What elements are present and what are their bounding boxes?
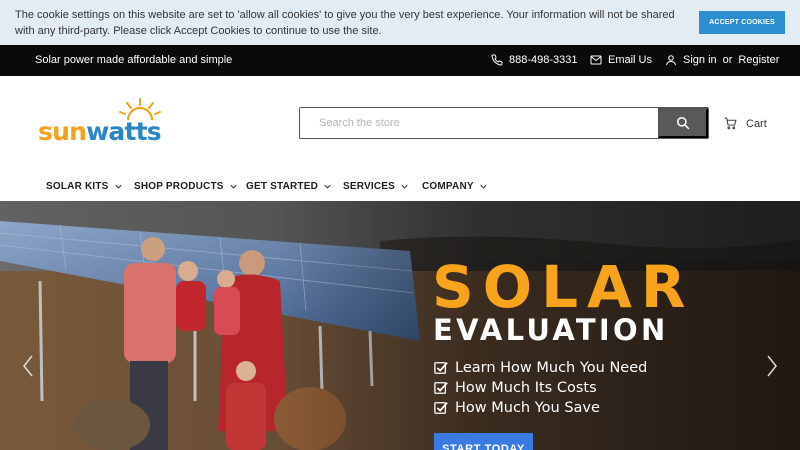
hero-benefits-list: Learn How Much You Need How Much Its Cos…	[434, 358, 647, 418]
accept-cookies-button[interactable]: ACCEPT COOKIES	[699, 11, 785, 34]
register-link[interactable]: Register	[738, 54, 779, 66]
sunwatts-logo[interactable]: sunwatts	[36, 98, 176, 148]
logo-text-sun: sun	[38, 117, 87, 146]
or-separator: or	[722, 54, 733, 66]
hero-photo	[0, 201, 800, 450]
email-link[interactable]: Email Us	[590, 54, 652, 66]
checkbox-check-icon	[434, 382, 448, 394]
cart-link[interactable]: Cart	[724, 117, 767, 130]
nav-item-label: SHOP PRODUCTS	[134, 181, 224, 192]
chevron-down-icon	[324, 184, 331, 189]
list-item: Learn How Much You Need	[434, 358, 647, 378]
tagline: Solar power made affordable and simple	[35, 54, 233, 66]
chevron-down-icon	[401, 184, 408, 189]
chevron-right-icon[interactable]	[766, 354, 778, 378]
search-button[interactable]	[658, 108, 708, 138]
search-input[interactable]	[300, 108, 658, 138]
start-today-button[interactable]: START TODAY	[434, 433, 533, 450]
phone-number: 888-498-3331	[509, 54, 578, 66]
top-utility-bar: Solar power made affordable and simple 8…	[0, 45, 800, 76]
benefit-text: How Much You Save	[455, 400, 600, 416]
logo-text-watts: watts	[86, 117, 162, 146]
phone-icon	[491, 54, 503, 66]
cart-label: Cart	[746, 117, 767, 130]
checkbox-check-icon	[434, 362, 448, 374]
nav-item-label: GET STARTED	[246, 181, 319, 192]
cart-icon	[724, 117, 737, 130]
nav-solar-kits[interactable]: SOLAR KITS	[46, 181, 122, 192]
nav-item-label: SOLAR KITS	[46, 181, 109, 192]
checkbox-check-icon	[434, 402, 448, 414]
hero-title: SOLAR	[432, 253, 695, 321]
benefit-text: Learn How Much You Need	[455, 360, 648, 376]
nav-get-started[interactable]: GET STARTED	[246, 181, 331, 192]
nav-item-label: COMPANY	[422, 181, 474, 192]
email-label: Email Us	[608, 54, 653, 66]
chevron-down-icon	[480, 184, 487, 189]
nav-item-label: SERVICES	[343, 181, 395, 192]
chevron-left-icon[interactable]	[22, 354, 34, 378]
envelope-icon	[590, 55, 602, 65]
cookie-message: The cookie settings on this website are …	[15, 9, 675, 37]
account-links: Sign in or Register	[665, 54, 779, 66]
nav-company[interactable]: COMPANY	[422, 181, 487, 192]
logo-wordmark: sunwatts	[38, 117, 162, 146]
site-header: sunwatts Cart SOLAR KITS SHOP PRODUCTS G…	[0, 76, 800, 201]
search-icon	[676, 116, 690, 130]
hero-banner: SOLAR EVALUATION Learn How Much You Need…	[0, 201, 800, 450]
nav-services[interactable]: SERVICES	[343, 181, 408, 192]
nav-shop-products[interactable]: SHOP PRODUCTS	[134, 181, 237, 192]
main-navigation: SOLAR KITS SHOP PRODUCTS GET STARTED SER…	[0, 177, 800, 201]
user-icon	[666, 55, 676, 66]
phone-link[interactable]: 888-498-3331	[491, 54, 578, 66]
chevron-down-icon	[114, 184, 122, 189]
hero-subtitle: EVALUATION	[433, 313, 669, 347]
list-item: How Much Its Costs	[434, 378, 647, 398]
sign-in-link[interactable]: Sign in	[683, 54, 717, 66]
cookie-banner: The cookie settings on this website are …	[0, 0, 800, 45]
search-bar	[299, 107, 709, 139]
list-item: How Much You Save	[434, 398, 647, 418]
chevron-down-icon	[230, 184, 237, 189]
benefit-text: How Much Its Costs	[455, 380, 597, 396]
